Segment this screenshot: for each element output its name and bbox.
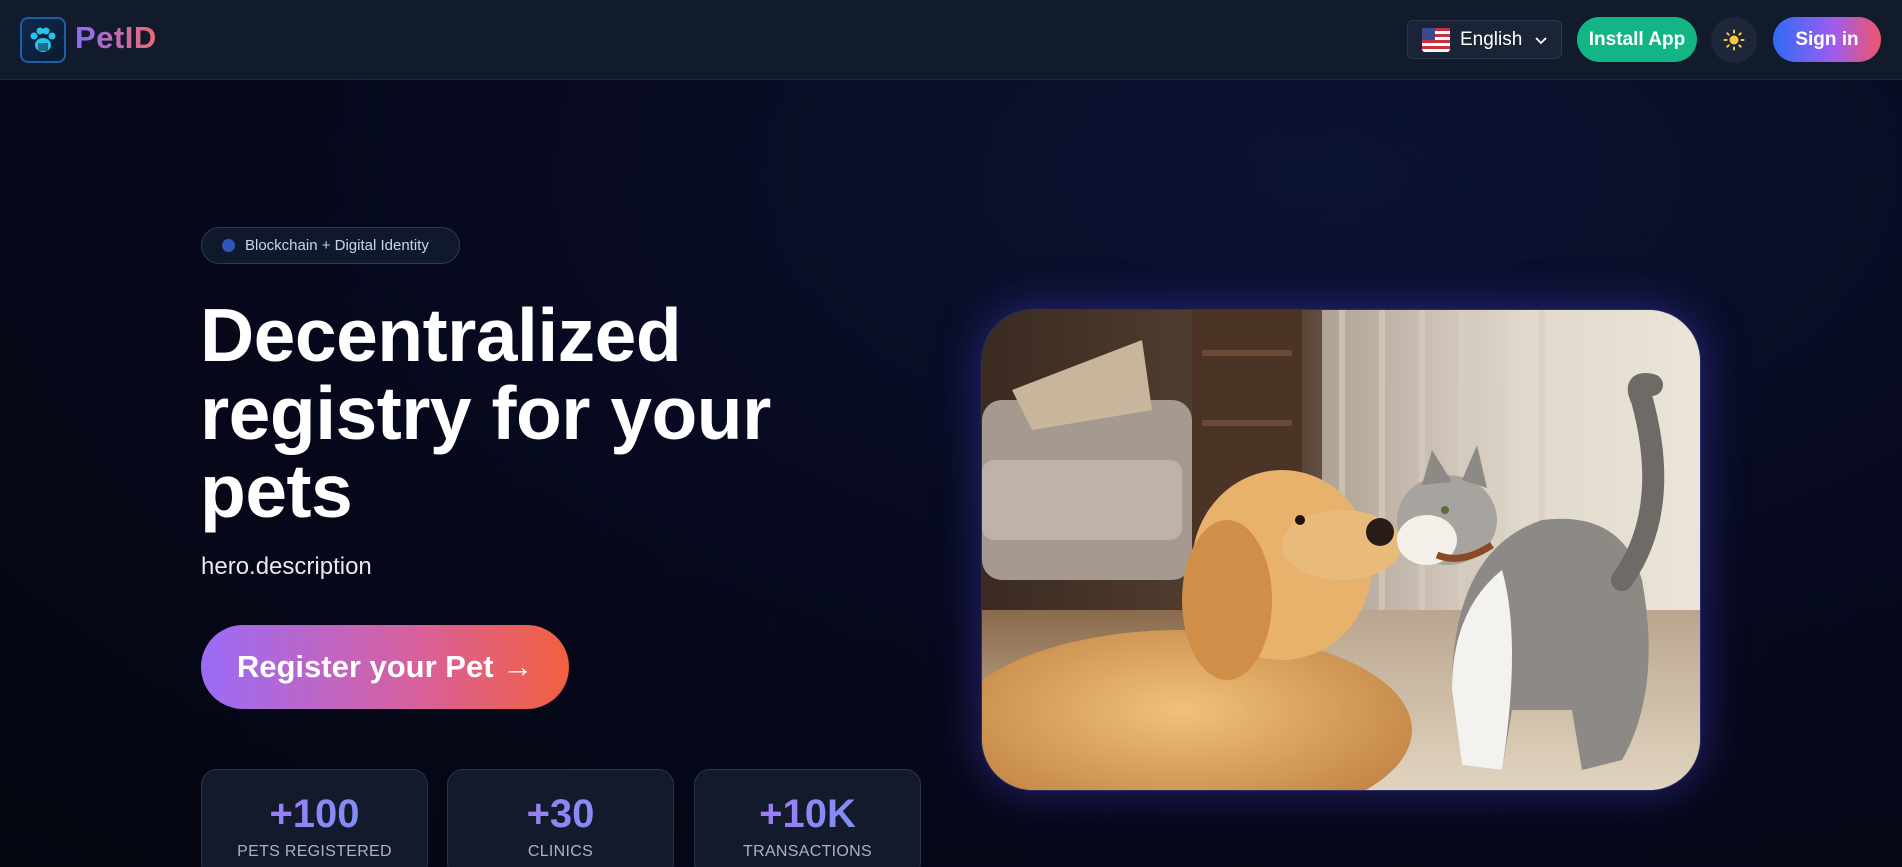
hero-description: hero.description (201, 553, 372, 580)
stat-value: +100 (202, 792, 427, 837)
top-navbar: PetID English Install App Sign in (0, 0, 1902, 80)
stat-value: +10K (695, 792, 920, 837)
sign-in-button[interactable]: Sign in (1773, 17, 1881, 62)
paw-icon[interactable] (20, 17, 66, 63)
stat-label: PETS REGISTERED (237, 843, 392, 860)
theme-toggle-button[interactable] (1711, 17, 1757, 63)
hero-badge: Blockchain + Digital Identity (201, 227, 460, 264)
language-selector[interactable]: English (1407, 20, 1562, 59)
stat-card-clinics: +30 CLINICS (447, 769, 674, 867)
register-pet-button[interactable]: Register your Pet → (201, 625, 569, 709)
stat-label: TRANSACTIONS (743, 843, 872, 860)
badge-dot-icon (222, 239, 235, 252)
sun-icon (1723, 29, 1745, 51)
install-app-button[interactable]: Install App (1577, 17, 1697, 62)
hero-title: Decentralized registry for your pets (200, 293, 771, 533)
stat-label: CLINICS (527, 843, 594, 860)
stat-card-pets: +100 PETS REGISTERED (201, 769, 428, 867)
app-logo-text[interactable]: PetID (75, 20, 157, 56)
stat-card-transactions: +10K TRANSACTIONS (694, 769, 921, 867)
hero-pet-image (981, 309, 1701, 791)
hero-badge-text: Blockchain + Digital Identity (245, 237, 429, 254)
stat-value: +30 (448, 792, 673, 837)
us-flag-icon (1422, 27, 1450, 52)
chevron-down-icon (1535, 36, 1547, 44)
language-label: English (1460, 28, 1523, 50)
